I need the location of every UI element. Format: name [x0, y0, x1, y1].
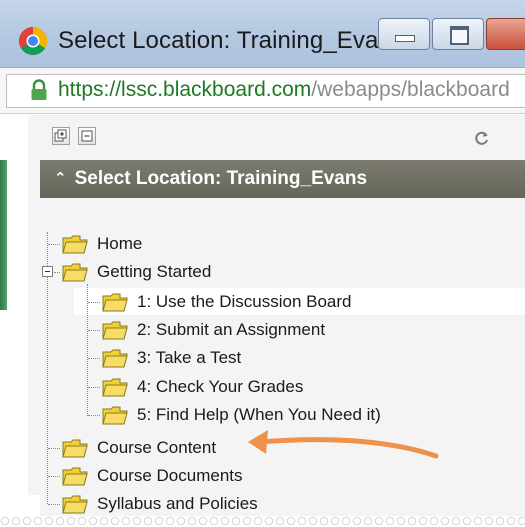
folder-icon [62, 495, 88, 514]
tree-line [48, 448, 60, 449]
window-titlebar: Select Location: Training_Eva... [0, 0, 525, 68]
tree-item-label: Course Content [97, 438, 217, 457]
expand-all-icon [54, 129, 67, 142]
panel-header: ⌃ Select Location: Training_Evans [40, 160, 525, 198]
tree-item-label: 3: Take a Test [137, 348, 242, 367]
window-title: Select Location: Training_Eva... [58, 27, 399, 54]
tree-item-label: 1: Use the Discussion Board [137, 292, 352, 311]
url-text[interactable]: https://lssc.blackboard.com/webapps/blac… [58, 78, 510, 102]
collapse-all-icon [81, 130, 93, 142]
tree-item-take-test[interactable]: 3: Take a Test [102, 345, 241, 371]
tree-line [88, 358, 100, 359]
tree-item-label: Course Documents [97, 466, 243, 485]
tree-line [87, 284, 88, 416]
tree-item-label: Syllabus and Policies [97, 494, 258, 513]
tree-item-label: Home [97, 234, 143, 253]
panel-header-title: Select Location: Training_Evans [74, 168, 368, 189]
lock-icon [31, 79, 47, 100]
url-path: /webapps/blackboard [311, 78, 510, 101]
folder-icon [102, 378, 128, 397]
tree-line [48, 504, 60, 505]
collapse-all-button[interactable] [78, 127, 96, 145]
tree-line [48, 476, 60, 477]
tree-item-check-grades[interactable]: 4: Check Your Grades [102, 374, 303, 400]
folder-icon [62, 439, 88, 458]
collapse-toggle-icon[interactable] [42, 266, 53, 277]
tree-item-label: Getting Started [97, 262, 212, 281]
refresh-icon[interactable] [474, 130, 490, 146]
annotation-arrow-icon [248, 430, 439, 459]
tree-item-syllabus-policies[interactable]: Syllabus and Policies [62, 491, 258, 517]
minimize-button[interactable] [378, 18, 430, 50]
tree-line [54, 272, 60, 273]
tree-item-getting-started[interactable]: Getting Started [62, 259, 211, 285]
url-host: https://lssc.blackboard.com [58, 78, 312, 101]
background-window-edge [0, 160, 7, 310]
folder-icon [102, 321, 128, 340]
tree-item-course-documents[interactable]: Course Documents [62, 463, 243, 489]
folder-icon [102, 293, 128, 312]
tree-line [88, 387, 100, 388]
maximize-button[interactable] [432, 18, 484, 50]
folder-icon [62, 235, 88, 254]
tree-item-label: 4: Check Your Grades [137, 377, 304, 396]
caret-up-icon[interactable]: ⌃ [54, 169, 67, 187]
tree-line [48, 244, 60, 245]
folder-icon [62, 263, 88, 282]
tree-item-submit-assignment[interactable]: 2: Submit an Assignment [102, 317, 325, 343]
folder-icon [102, 349, 128, 368]
expand-all-button[interactable] [52, 127, 70, 145]
tree-line [88, 330, 100, 331]
chrome-logo-icon [19, 27, 47, 55]
tree-line [88, 302, 100, 303]
tree-item-home[interactable]: Home [62, 231, 142, 257]
tree-line [88, 415, 100, 416]
close-button[interactable] [486, 18, 525, 50]
tree-item-discussion-board[interactable]: 1: Use the Discussion Board [102, 289, 352, 315]
tree-item-course-content[interactable]: Course Content [62, 435, 216, 461]
tree-item-label: 2: Submit an Assignment [137, 320, 326, 339]
folder-icon [102, 406, 128, 425]
folder-icon [62, 467, 88, 486]
torn-edge [0, 516, 525, 527]
